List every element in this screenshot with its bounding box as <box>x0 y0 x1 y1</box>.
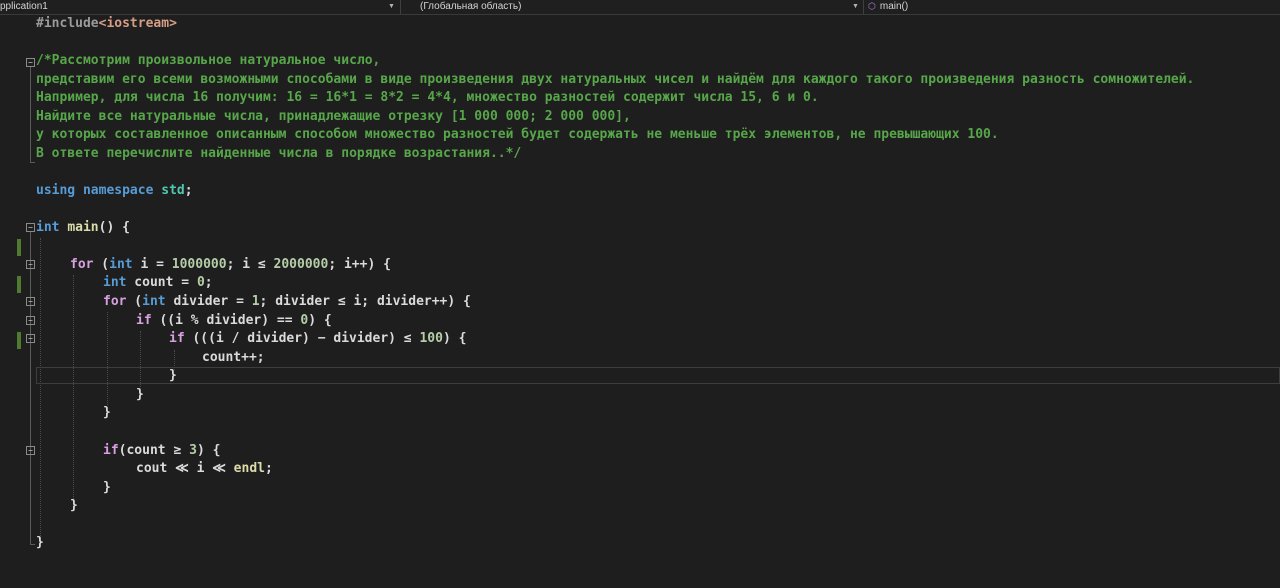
fold-region-line <box>30 67 31 162</box>
current-line-highlight <box>36 367 1280 384</box>
member-label: main() <box>879 1 909 12</box>
code-line[interactable]: int count = 0; <box>103 274 213 293</box>
chevron-down-icon[interactable]: ▼ <box>388 0 395 14</box>
change-marker <box>17 332 21 349</box>
comment-line[interactable]: представим его всеми возможными способам… <box>36 71 1194 90</box>
collapse-toggle[interactable]: − <box>26 260 35 269</box>
chevron-down-icon[interactable]: ▼ <box>852 0 859 14</box>
code-line[interactable]: if (((i / divider) − divider) ≤ 100) { <box>169 330 466 349</box>
code-line[interactable]: for (int i = 1000000; i ≤ 2000000; i++) … <box>70 256 391 275</box>
comment-line[interactable]: у которых составленное описанным способо… <box>36 126 999 145</box>
code-line[interactable]: for (int divider = 1; divider ≤ i; divid… <box>103 293 471 312</box>
project-dropdown[interactable]: pplication1 <box>0 0 380 14</box>
collapse-toggle[interactable]: − <box>26 446 35 455</box>
collapse-toggle[interactable]: − <box>26 334 35 343</box>
code-line[interactable]: if(count ≥ 3) { <box>103 442 220 461</box>
code-line[interactable]: #include<iostream> <box>36 15 177 34</box>
code-line[interactable]: } <box>169 367 177 386</box>
code-line[interactable]: } <box>103 479 111 498</box>
comment-line[interactable]: /*Рассмотрим произвольное натуральное чи… <box>36 52 380 71</box>
comment-line[interactable]: Найдите все натуральные числа, принадлеж… <box>36 108 631 127</box>
code-line[interactable]: int main() { <box>36 219 130 238</box>
collapse-toggle[interactable]: − <box>26 297 35 306</box>
code-line[interactable]: if ((i % divider) == 0) { <box>136 312 332 331</box>
change-marker <box>17 276 21 293</box>
code-line[interactable]: count++; <box>202 349 265 368</box>
fold-region-line <box>30 232 31 544</box>
collapse-toggle[interactable]: − <box>26 316 35 325</box>
comment-line[interactable]: В ответе перечислите найденные числа в п… <box>36 145 521 164</box>
scope-dropdown[interactable]: (Глобальная область) <box>420 0 840 14</box>
collapse-toggle[interactable]: − <box>26 58 35 67</box>
navigation-bar: pplication1 ▼ (Глобальная область) ▼ ⬡ ma… <box>0 0 1280 15</box>
code-line[interactable]: } <box>70 497 78 516</box>
comment-line[interactable]: Например, для числа 16 получим: 16 = 16*… <box>36 89 819 108</box>
cube-icon: ⬡ <box>868 1 876 11</box>
indent-guide <box>107 312 108 405</box>
fold-region-end <box>30 544 35 545</box>
code-line[interactable]: } <box>103 404 111 423</box>
project-name: pplication1 <box>0 1 48 12</box>
code-editor[interactable]: − − − − − − − #include<iostream> /*Рассм… <box>0 14 1280 588</box>
separator <box>400 0 401 14</box>
code-line[interactable]: } <box>136 386 144 405</box>
code-line[interactable]: cout ≪ i ≪ endl; <box>136 460 273 479</box>
change-marker <box>17 239 21 256</box>
fold-region-end <box>30 162 35 163</box>
separator <box>863 0 864 14</box>
member-dropdown[interactable]: ⬡ main() <box>868 0 1268 14</box>
scope-label: (Глобальная область) <box>420 1 522 12</box>
collapse-toggle[interactable]: − <box>26 223 35 232</box>
indent-guide <box>73 275 74 507</box>
code-line[interactable]: using namespace std; <box>36 182 193 201</box>
code-line[interactable]: } <box>36 534 44 553</box>
indent-guide <box>40 238 41 544</box>
